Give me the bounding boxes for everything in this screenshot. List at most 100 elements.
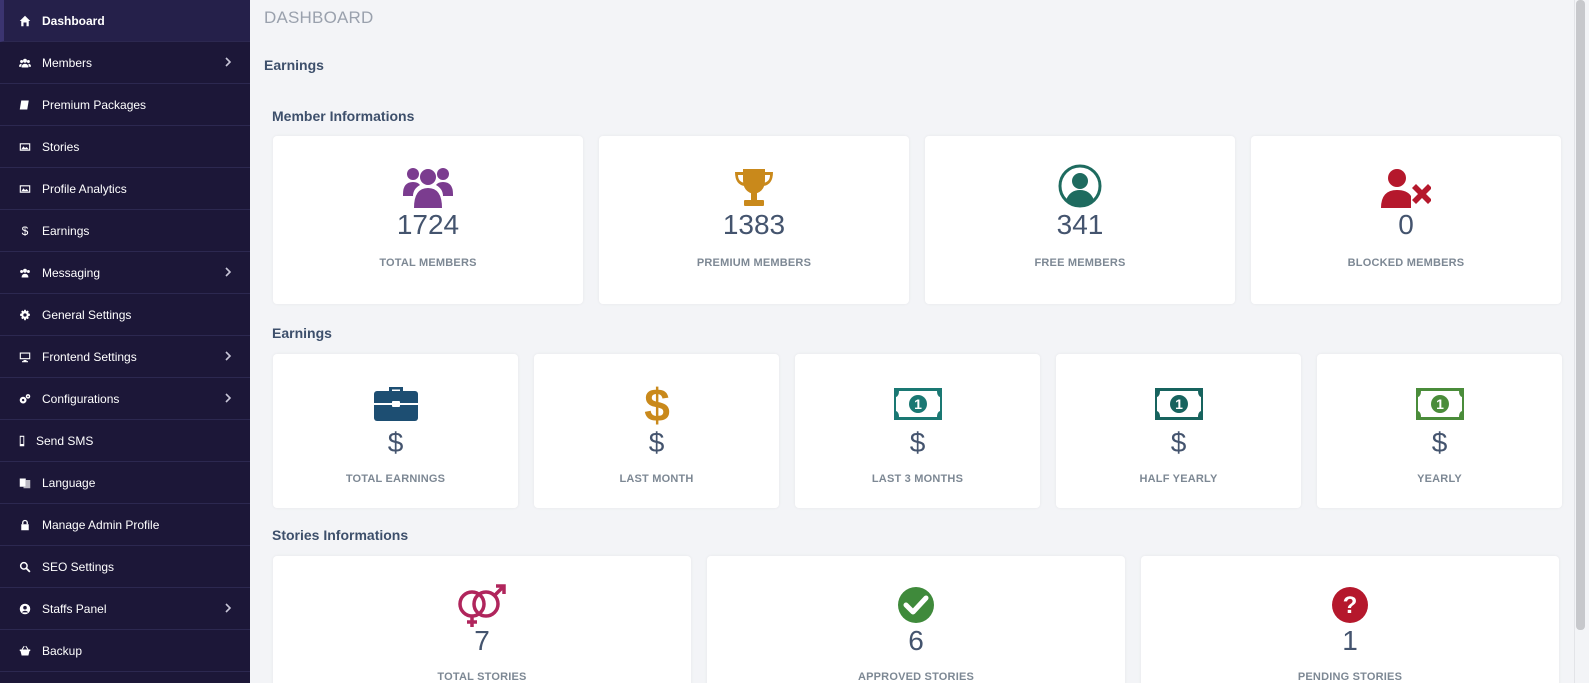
mobile-icon [18, 434, 26, 448]
money-bill-icon: 1 [1415, 388, 1464, 420]
chevron-right-icon [224, 266, 234, 278]
lock-icon [18, 518, 32, 532]
approved-stories-card[interactable]: 6 APPROVED STORIES [707, 556, 1125, 683]
image-icon [18, 140, 32, 154]
chevron-right-icon [224, 602, 234, 614]
sidebar-item-label: Earnings [42, 223, 90, 238]
dollar-icon: $ [644, 383, 670, 425]
blocked-members-card[interactable]: 0 BLOCKED MEMBERS [1251, 136, 1561, 304]
total-members-value: 1724 [396, 209, 460, 240]
sidebar-item-label: Stories [42, 139, 80, 154]
sidebar-item-manage-admin-profile[interactable]: Manage Admin Profile [0, 504, 250, 546]
sidebar-item-send-sms[interactable]: Send SMS [0, 420, 250, 462]
pending-stories-label: PENDING STORIES [1297, 671, 1403, 683]
sidebar-item-label: Messaging [42, 265, 101, 280]
main-content: DASHBOARD Earnings Member Informations 1… [250, 0, 1574, 683]
sidebar-item-profile-analytics[interactable]: Profile Analytics [0, 168, 250, 210]
sidebar-item-frontend-settings[interactable]: Frontend Settings [0, 336, 250, 378]
sidebar-item-seo-settings[interactable]: SEO Settings [0, 546, 250, 588]
sidebar-item-label: Staffs Panel [42, 601, 107, 616]
total-earnings-card[interactable]: $ TOTAL EARNINGS [273, 354, 518, 508]
question-circle-icon: ? [1332, 587, 1368, 623]
last-3-months-label: LAST 3 MONTHS [871, 473, 964, 485]
sidebar-item-label: Dashboard [42, 13, 105, 28]
last-3-months-card[interactable]: 1 $ LAST 3 MONTHS [795, 354, 1040, 508]
sidebar-item-stories[interactable]: Stories [0, 126, 250, 168]
page-title: DASHBOARD [264, 8, 374, 27]
free-members-card[interactable]: 341 FREE MEMBERS [925, 136, 1235, 304]
svg-text:1: 1 [1436, 396, 1444, 412]
users-icon [18, 56, 32, 70]
yearly-label: YEARLY [1417, 473, 1462, 485]
desktop-icon [18, 350, 32, 364]
sidebar-item-label: Send SMS [36, 433, 94, 448]
basket-icon [18, 644, 32, 658]
last-month-card[interactable]: $ $ LAST MONTH [534, 354, 779, 508]
earnings-heading: Earnings [264, 57, 324, 73]
search-icon [18, 560, 32, 574]
image-icon [18, 182, 32, 196]
sidebar-item-dashboard[interactable]: Dashboard [0, 0, 250, 42]
free-members-label: FREE MEMBERS [1034, 257, 1126, 269]
blocked-members-label: BLOCKED MEMBERS [1347, 257, 1465, 269]
svg-text:$: $ [644, 383, 670, 425]
member-section-title: Member Informations [272, 108, 415, 124]
total-members-card[interactable]: 1724 TOTAL MEMBERS [273, 136, 583, 304]
sidebar-item-label: General Settings [42, 307, 132, 322]
yearly-value: $ [1431, 427, 1448, 458]
sidebar-item-messaging[interactable]: Messaging [0, 252, 250, 294]
svg-text:1: 1 [1175, 396, 1183, 412]
sidebar-item-label: Premium Packages [42, 97, 147, 112]
gear-icon [18, 308, 32, 322]
sidebar-item-label: Frontend Settings [42, 349, 137, 364]
pending-stories-value: 1 [1342, 625, 1358, 656]
last-month-value: $ [648, 427, 665, 458]
sidebar-item-premium-packages[interactable]: Premium Packages [0, 84, 250, 126]
sidebar-item-label: Backup [42, 643, 83, 658]
sidebar-item-configurations[interactable]: Configurations [0, 378, 250, 420]
yearly-card[interactable]: 1 $ YEARLY [1317, 354, 1562, 508]
sidebar-item-label: Configurations [42, 391, 120, 406]
premium-members-value: 1383 [722, 209, 786, 240]
stories-section-title: Stories Informations [272, 527, 409, 543]
sidebar-item-members[interactable]: Members [0, 42, 250, 84]
trophy-icon [735, 169, 773, 206]
sidebar-item-label: SEO Settings [42, 559, 115, 574]
pending-stories-card[interactable]: ? 1 PENDING STORIES [1141, 556, 1559, 683]
half-yearly-value: $ [1170, 427, 1187, 458]
total-earnings-value: $ [387, 427, 404, 458]
book-icon [18, 98, 32, 112]
chevron-right-icon [224, 392, 234, 404]
sidebar-item-label: Manage Admin Profile [42, 517, 160, 532]
approved-stories-label: APPROVED STORIES [857, 671, 975, 683]
chevron-right-icon [224, 350, 234, 362]
scrollbar-thumb[interactable] [1576, 0, 1585, 630]
total-stories-card[interactable]: 7 TOTAL STORIES [273, 556, 691, 683]
total-stories-label: TOTAL STORIES [437, 671, 527, 683]
total-earnings-label: TOTAL EARNINGS [345, 473, 446, 485]
user-circle-icon [1058, 164, 1102, 208]
sidebar-item-staffs-panel[interactable]: Staffs Panel [0, 588, 250, 630]
gender-icon [458, 584, 506, 627]
briefcase-icon [373, 387, 418, 421]
svg-text:1: 1 [914, 396, 922, 412]
language-icon [18, 476, 32, 490]
user-circle-icon [18, 602, 32, 616]
sidebar-item-general-settings[interactable]: General Settings [0, 294, 250, 336]
users-icon [403, 168, 453, 208]
dollar-icon: $ [21, 223, 29, 238]
user-times-icon [1381, 169, 1431, 208]
total-members-label: TOTAL MEMBERS [379, 257, 477, 269]
blocked-members-value: 0 [1398, 209, 1414, 240]
premium-members-card[interactable]: 1383 PREMIUM MEMBERS [599, 136, 909, 304]
sidebar-item-label: Language [42, 475, 96, 490]
last-month-label: LAST MONTH [619, 473, 694, 485]
sidebar-item-backup[interactable]: Backup [0, 630, 250, 672]
last-3-months-value: $ [909, 427, 926, 458]
home-icon [18, 14, 32, 28]
users-icon [18, 266, 32, 280]
sidebar-item-earnings[interactable]: $ Earnings [0, 210, 250, 252]
half-yearly-card[interactable]: 1 $ HALF YEARLY [1056, 354, 1301, 508]
sidebar-item-language[interactable]: Language [0, 462, 250, 504]
sidebar-item-label: Profile Analytics [42, 181, 127, 196]
